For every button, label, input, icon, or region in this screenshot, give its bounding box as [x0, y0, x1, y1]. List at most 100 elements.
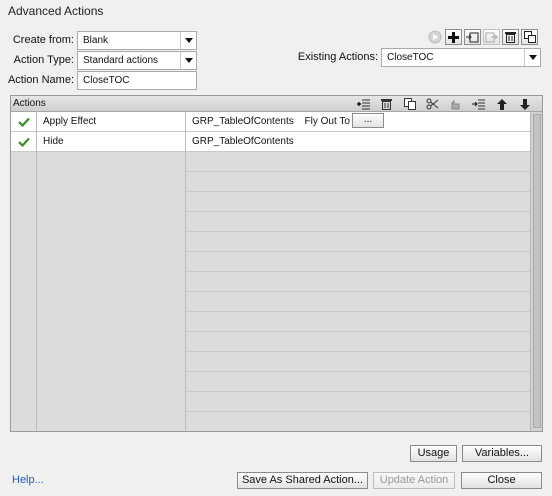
row-check-cell[interactable] [11, 172, 37, 192]
vertical-scrollbar[interactable] [530, 112, 542, 431]
row-check-cell[interactable] [11, 372, 37, 392]
action-cell[interactable] [37, 352, 186, 372]
add-icon[interactable] [445, 29, 462, 45]
empty-row[interactable] [11, 372, 531, 392]
target-cell[interactable] [186, 232, 531, 252]
row-check-cell[interactable] [11, 392, 37, 412]
empty-row[interactable] [11, 312, 531, 332]
usage-button[interactable]: Usage [410, 445, 457, 462]
target-cell[interactable] [186, 172, 531, 192]
target-cell[interactable] [186, 292, 531, 312]
create-from-value: Blank [83, 35, 109, 46]
copy-icon[interactable] [398, 97, 421, 111]
row-check-cell[interactable] [11, 352, 37, 372]
empty-row[interactable] [11, 332, 531, 352]
paste-icon[interactable] [444, 97, 467, 111]
row-check-cell[interactable] [11, 232, 37, 252]
row-check-cell[interactable] [11, 152, 37, 172]
action-cell[interactable] [37, 232, 186, 252]
action-cell[interactable] [37, 272, 186, 292]
export-icon[interactable] [483, 29, 500, 45]
action-name-label: Action Name: [7, 74, 74, 86]
target-cell[interactable] [186, 412, 531, 431]
row-check-cell[interactable] [11, 332, 37, 352]
check-icon[interactable] [11, 112, 37, 132]
action-cell[interactable] [37, 292, 186, 312]
move-down-icon[interactable] [513, 97, 536, 111]
target-cell[interactable] [186, 272, 531, 292]
action-cell[interactable] [37, 312, 186, 332]
empty-row[interactable] [11, 252, 531, 272]
target-cell[interactable] [186, 372, 531, 392]
empty-row[interactable] [11, 292, 531, 312]
target-cell[interactable] [186, 312, 531, 332]
empty-row[interactable] [11, 412, 531, 431]
action-cell[interactable] [37, 412, 186, 431]
row-check-cell[interactable] [11, 252, 37, 272]
variables-button[interactable]: Variables... [462, 445, 542, 462]
insert-row-icon[interactable] [352, 97, 375, 111]
indent-icon[interactable] [467, 97, 490, 111]
action-cell[interactable] [37, 152, 186, 172]
action-cell[interactable] [37, 392, 186, 412]
row-check-cell[interactable] [11, 312, 37, 332]
empty-row[interactable] [11, 392, 531, 412]
target-cell[interactable] [186, 152, 531, 172]
action-type-label: Action Type: [13, 54, 74, 66]
cut-icon[interactable] [421, 97, 444, 111]
table-row[interactable]: Apply Effect GRP_TableOfContents Fly Out… [11, 112, 531, 132]
action-cell[interactable] [37, 332, 186, 352]
action-cell[interactable]: Hide [37, 132, 186, 152]
move-up-icon[interactable] [490, 97, 513, 111]
action-cell[interactable] [37, 252, 186, 272]
help-link[interactable]: Help... [12, 474, 44, 486]
preview-icon[interactable] [426, 29, 443, 45]
action-cell[interactable] [37, 212, 186, 232]
empty-row[interactable] [11, 152, 531, 172]
duplicate-icon[interactable] [521, 29, 538, 45]
scrollbar-thumb[interactable] [533, 114, 541, 428]
action-cell[interactable] [37, 192, 186, 212]
delete-icon[interactable] [502, 29, 519, 45]
target-cell[interactable] [186, 252, 531, 272]
check-icon[interactable] [11, 132, 37, 152]
actions-grid: Actions Apply Effect GRP_TableOfContents… [10, 95, 543, 432]
create-from-label: Create from: [12, 34, 74, 46]
action-type-value: Standard actions [83, 55, 159, 66]
action-cell[interactable] [37, 372, 186, 392]
row-check-cell[interactable] [11, 272, 37, 292]
target-cell[interactable] [186, 352, 531, 372]
action-type-dropdown[interactable]: Standard actions [77, 51, 197, 70]
dialog-title: Advanced Actions [8, 4, 104, 18]
empty-row[interactable] [11, 232, 531, 252]
create-from-dropdown[interactable]: Blank [77, 31, 197, 50]
actions-rows: Apply Effect GRP_TableOfContents Fly Out… [11, 112, 531, 431]
row-check-cell[interactable] [11, 212, 37, 232]
existing-actions-label: Existing Actions: [297, 51, 378, 63]
empty-row[interactable] [11, 212, 531, 232]
target-cell[interactable] [186, 392, 531, 412]
close-button[interactable]: Close [461, 472, 542, 489]
update-action-button[interactable]: Update Action [373, 472, 455, 489]
existing-actions-dropdown[interactable]: CloseTOC [381, 48, 541, 67]
row-check-cell[interactable] [11, 192, 37, 212]
empty-row[interactable] [11, 192, 531, 212]
action-cell[interactable] [37, 172, 186, 192]
action-name-input[interactable]: CloseTOC [77, 71, 197, 90]
target-cell[interactable]: GRP_TableOfContents [186, 132, 531, 152]
save-shared-action-button[interactable]: Save As Shared Action... [237, 472, 368, 489]
row-check-cell[interactable] [11, 412, 37, 431]
import-icon[interactable] [464, 29, 481, 45]
delete-row-icon[interactable] [375, 97, 398, 111]
action-cell[interactable]: Apply Effect [37, 112, 186, 132]
target-cell[interactable] [186, 192, 531, 212]
table-row[interactable]: Hide GRP_TableOfContents [11, 132, 531, 152]
empty-row[interactable] [11, 352, 531, 372]
effect-options-button[interactable]: ... [352, 113, 384, 128]
empty-row[interactable] [11, 172, 531, 192]
empty-row[interactable] [11, 272, 531, 292]
row-check-cell[interactable] [11, 292, 37, 312]
target-cell[interactable] [186, 212, 531, 232]
target-cell[interactable] [186, 332, 531, 352]
target-cell[interactable]: GRP_TableOfContents Fly Out To Left ... [186, 112, 531, 132]
